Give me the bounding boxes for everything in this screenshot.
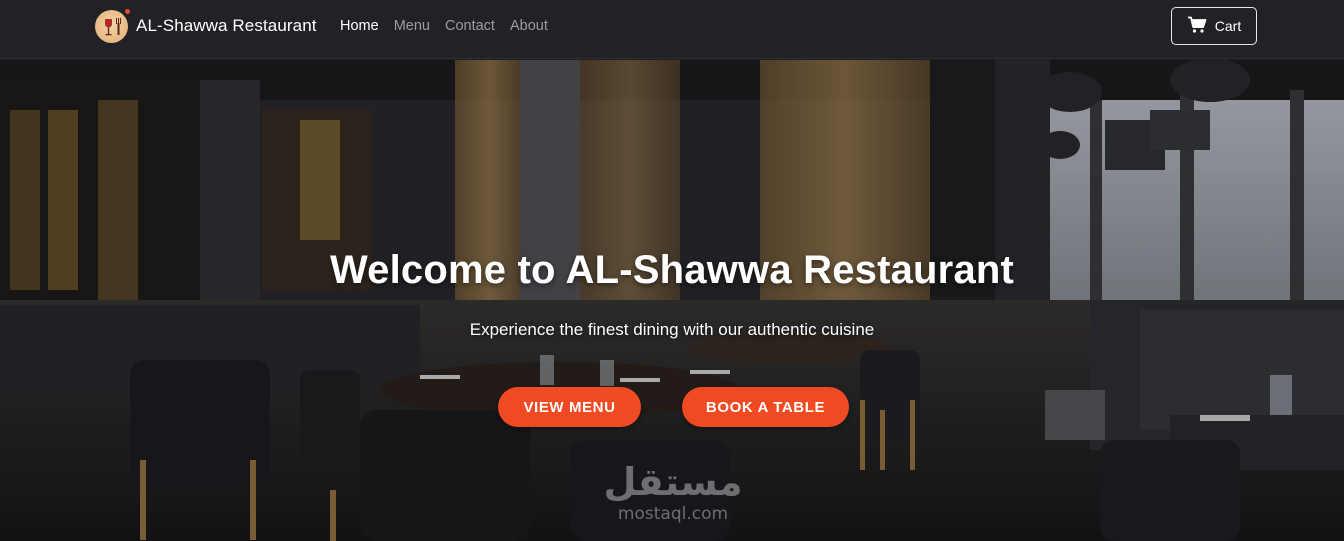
watermark-latin-text: mostaql.com — [617, 504, 729, 524]
nav-item-about[interactable]: About — [510, 17, 548, 35]
book-table-button[interactable]: BOOK A TABLE — [682, 387, 849, 427]
wine-glass-fork-icon — [95, 8, 130, 43]
nav-item-contact[interactable]: Contact — [445, 17, 495, 35]
top-navbar: AL-Shawwa Restaurant Home Menu Contact A… — [0, 0, 1344, 59]
brand-link[interactable]: AL-Shawwa Restaurant — [95, 8, 317, 43]
view-menu-button[interactable]: VIEW MENU — [498, 387, 641, 427]
nav-item-menu[interactable]: Menu — [394, 17, 430, 35]
hero-subtitle: Experience the finest dining with our au… — [469, 320, 875, 339]
hero-section: Welcome to AL-Shawwa Restaurant Experien… — [0, 60, 1344, 541]
brand-name: AL-Shawwa Restaurant — [136, 16, 317, 35]
cart-button[interactable]: Cart — [1171, 7, 1257, 45]
nav-menu: Home Menu Contact About — [340, 17, 563, 35]
nav-item-home[interactable]: Home — [340, 17, 379, 35]
watermark-arabic-text: مستقل — [603, 460, 743, 504]
cart-label: Cart — [1214, 18, 1242, 34]
cart-icon — [1187, 16, 1215, 37]
mostaql-watermark: مستقل mostaql.com — [598, 460, 748, 532]
hero-title: Welcome to AL-Shawwa Restaurant — [329, 248, 1015, 292]
logo-accent-dot — [125, 8, 130, 14]
